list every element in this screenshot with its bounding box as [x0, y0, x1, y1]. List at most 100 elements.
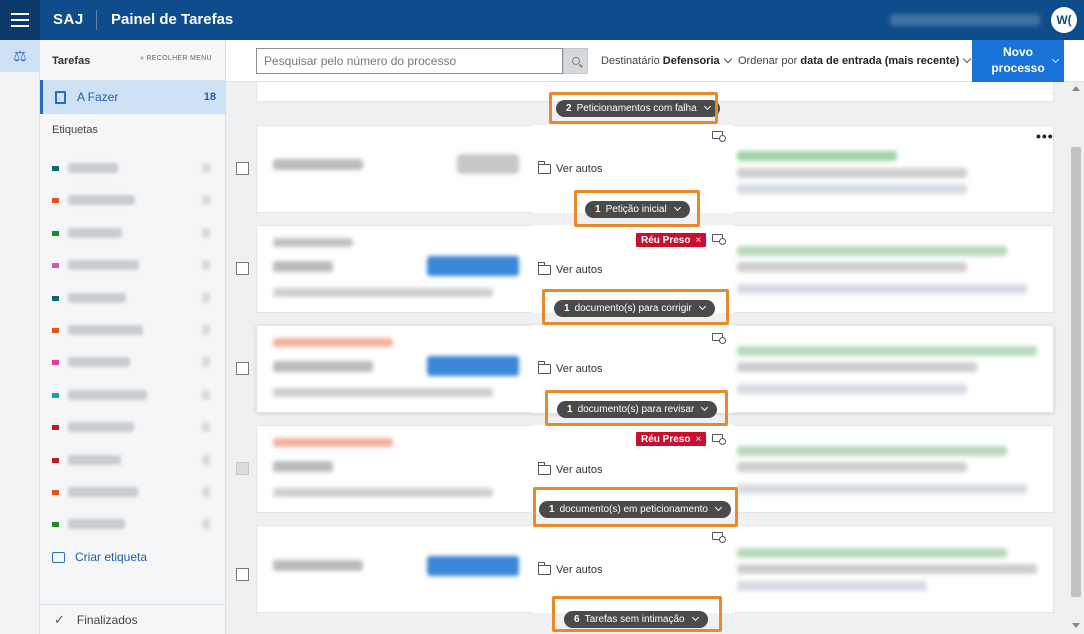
chevron-down-icon: [963, 54, 972, 64]
collapse-menu-button[interactable]: « RECOLHER MENU: [140, 55, 212, 62]
sidebar-tag[interactable]: [52, 421, 222, 435]
tag-label-blurred: [68, 487, 138, 497]
tag-count-blurred: [202, 227, 210, 238]
sidebar-title: Tarefas: [52, 55, 91, 67]
sidebar-item-finalizados[interactable]: ✓ Finalizados: [40, 604, 226, 634]
menu-icon[interactable]: [0, 0, 40, 40]
sidebar-tag[interactable]: [52, 486, 222, 500]
tag-label-blurred: [68, 422, 134, 433]
tag-add-icon: [52, 551, 65, 563]
brand-divider: [96, 10, 97, 30]
sidebar-tag[interactable]: [52, 259, 222, 273]
notification-icon[interactable]: [712, 131, 726, 142]
tag-color-dot: [52, 328, 59, 333]
notification-icon[interactable]: [712, 333, 726, 344]
brand-logo: SAJ: [53, 11, 84, 28]
tag-count-blurred: [202, 292, 210, 303]
tag-color-dot: [52, 522, 59, 528]
tag-label-blurred: [68, 519, 125, 530]
task-checkbox[interactable]: [236, 568, 249, 581]
sidebar-tag[interactable]: [52, 356, 222, 370]
sort-order-select[interactable]: Ordenar por data de entrada (mais recent…: [738, 54, 972, 67]
scroll-down-icon[interactable]: [1072, 623, 1080, 628]
chevron-down-icon: [723, 54, 732, 64]
sidebar-item-label: A Fazer: [77, 90, 119, 104]
search-button[interactable]: [563, 48, 588, 74]
labels-title: Etiquetas: [52, 124, 98, 136]
notification-icon[interactable]: [712, 234, 726, 245]
folder-icon: [538, 361, 551, 374]
view-case-link[interactable]: Ver autos: [538, 262, 602, 276]
folder-icon: [538, 462, 551, 475]
left-rail: ⚖: [0, 40, 40, 634]
tag-label-blurred: [68, 195, 135, 206]
sidebar-tag[interactable]: [52, 162, 222, 176]
tag-count-blurred: [202, 389, 210, 400]
folder-icon: [538, 562, 551, 575]
tag-count-blurred: [202, 325, 210, 335]
task-checkbox[interactable]: [236, 162, 249, 175]
search-input[interactable]: [256, 48, 563, 74]
sidebar-tag[interactable]: [52, 292, 222, 306]
tag-color-dot: [52, 392, 59, 398]
tag-count-blurred: [202, 163, 210, 173]
scrollbar[interactable]: [1068, 82, 1084, 634]
view-case-link[interactable]: Ver autos: [538, 562, 602, 576]
scales-icon[interactable]: ⚖: [0, 40, 40, 72]
task-checkbox[interactable]: [236, 262, 249, 275]
toolbar: Destinatário Defensoria Ordenar por data…: [226, 40, 1084, 82]
task-checkbox[interactable]: [236, 362, 249, 375]
search-icon: [571, 57, 580, 65]
sidebar-tag[interactable]: [52, 227, 222, 241]
sidebar-tag[interactable]: [52, 389, 222, 403]
folder-icon: [538, 161, 551, 174]
highlight-box: [542, 289, 729, 325]
tag-color-dot: [52, 198, 59, 204]
sidebar-tag[interactable]: [52, 454, 222, 468]
highlight-box: [552, 596, 722, 632]
notification-icon[interactable]: [712, 532, 726, 543]
tag-label-blurred: [68, 325, 143, 335]
tag-label-blurred: [68, 227, 122, 238]
more-options-icon[interactable]: •••: [1036, 128, 1054, 144]
reu-preso-badge[interactable]: Réu Preso ×: [636, 432, 707, 446]
tag-count-blurred: [202, 260, 210, 271]
tag-label-blurred: [68, 389, 147, 400]
close-icon: ×: [695, 433, 702, 445]
avatar[interactable]: W(: [1051, 7, 1077, 33]
tag-label-blurred: [68, 260, 139, 271]
view-case-link[interactable]: Ver autos: [538, 161, 602, 175]
sidebar-tag[interactable]: [52, 518, 222, 532]
highlight-box: [574, 190, 700, 227]
sidebar-tag[interactable]: [52, 324, 222, 338]
reu-preso-badge[interactable]: Réu Preso ×: [636, 233, 707, 247]
view-case-link[interactable]: Ver autos: [538, 361, 602, 375]
notification-icon[interactable]: [712, 434, 726, 445]
view-case-link[interactable]: Ver autos: [538, 462, 602, 476]
sidebar-item-a-fazer[interactable]: A Fazer 18: [40, 80, 226, 114]
tag-count-blurred: [202, 357, 210, 368]
tag-count-blurred: [202, 422, 210, 433]
sidebar-item-count: 18: [203, 91, 216, 103]
tag-label-blurred: [68, 357, 130, 368]
scrollbar-thumb[interactable]: [1071, 147, 1081, 597]
close-icon: ×: [695, 234, 702, 246]
highlight-box: [549, 92, 718, 124]
create-label-text: Criar etiqueta: [75, 550, 148, 564]
sidebar: Tarefas « RECOLHER MENU A Fazer 18 Etiqu…: [40, 40, 226, 634]
tag-count-blurred: [202, 454, 210, 465]
tag-color-dot: [52, 360, 59, 366]
create-label-button[interactable]: Criar etiqueta: [52, 550, 147, 564]
top-bar: SAJ Painel de Tarefas W(: [0, 0, 1084, 40]
sidebar-tag[interactable]: [52, 194, 222, 208]
scroll-up-icon[interactable]: [1072, 86, 1080, 91]
new-process-button[interactable]: Novo processo: [972, 40, 1064, 82]
tag-count-blurred: [202, 195, 210, 206]
task-checkbox: [236, 462, 249, 475]
tag-color-dot: [52, 230, 59, 236]
bookmark-icon: [55, 90, 66, 104]
recipient-filter[interactable]: Destinatário Defensoria: [601, 54, 732, 67]
page-title: Painel de Tarefas: [111, 11, 234, 28]
tag-color-dot: [52, 457, 59, 463]
tag-label-blurred: [68, 292, 126, 303]
